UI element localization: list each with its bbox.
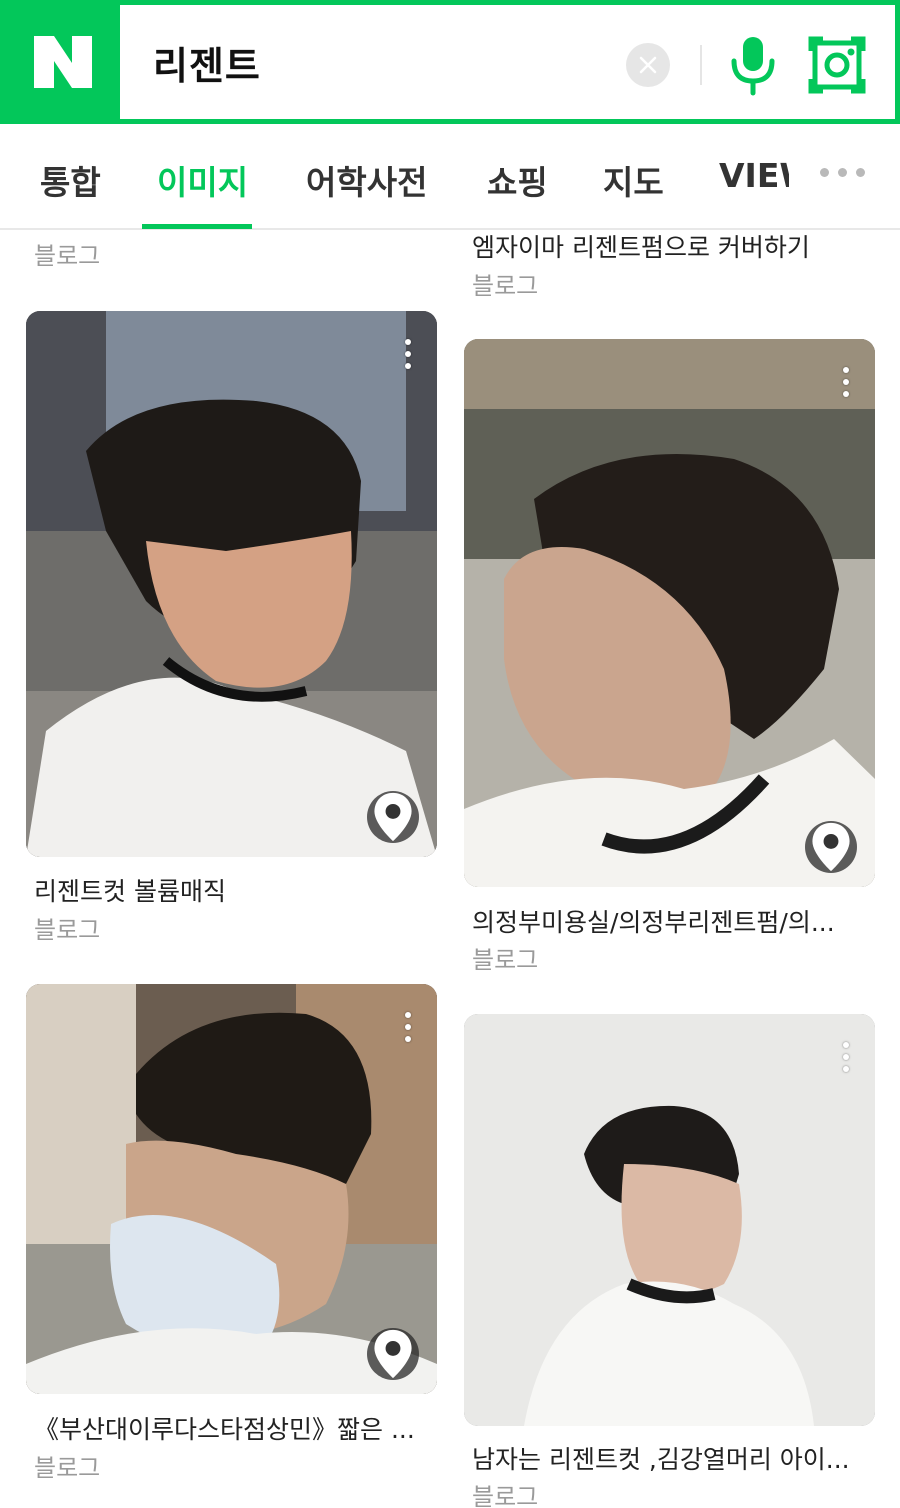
voice-search-button[interactable] <box>728 33 778 97</box>
result-image-1[interactable] <box>26 311 437 857</box>
studio-photo-4 <box>464 1014 875 1426</box>
tab-integrated[interactable]: 통합 <box>40 156 101 204</box>
camera-lens-icon <box>808 36 866 94</box>
result-title-3[interactable]: 《부산대이루다스타점상민》짧은 ... <box>34 1410 415 1446</box>
result-source-partial-left: 블로그 <box>34 242 101 270</box>
result-image-3[interactable] <box>26 984 437 1394</box>
microphone-icon <box>731 37 775 96</box>
search-divider <box>700 45 702 85</box>
salon-photo-2 <box>464 339 875 887</box>
location-pin-icon <box>812 822 850 872</box>
salon-photo-1 <box>26 311 437 857</box>
active-tab-indicator <box>142 224 252 229</box>
close-icon <box>639 56 657 74</box>
result-title-1[interactable]: 리젠트컷 볼륨매직 <box>34 872 226 908</box>
tab-dictionary[interactable]: 어학사전 <box>306 156 427 204</box>
tab-shopping[interactable]: 쇼핑 <box>487 156 548 204</box>
location-pin-icon <box>374 792 412 842</box>
result-source-3: 블로그 <box>34 1454 101 1482</box>
tab-map[interactable]: 지도 <box>603 156 664 204</box>
result-source-partial-right: 블로그 <box>472 272 539 300</box>
more-dots-icon[interactable] <box>820 168 865 177</box>
kebab-menu-icon[interactable] <box>843 1042 849 1072</box>
location-pin-button[interactable] <box>367 791 419 843</box>
search-input[interactable]: 리젠트 <box>153 35 261 90</box>
kebab-menu-icon[interactable] <box>843 367 849 397</box>
naver-logo[interactable] <box>5 5 120 119</box>
lens-search-button[interactable] <box>807 35 867 95</box>
result-source-1: 블로그 <box>34 916 101 944</box>
location-pin-button[interactable] <box>805 821 857 873</box>
result-title-4[interactable]: 남자는 리젠트컷 ,김강열머리 아이... <box>472 1440 850 1476</box>
result-source-2: 블로그 <box>472 946 539 974</box>
naver-n-logo-icon <box>33 36 92 88</box>
result-title-partial-right[interactable]: 엠자이마 리젠트펌으로 커버하기 <box>472 228 810 264</box>
result-title-2[interactable]: 의정부미용실/의정부리젠트펌/의... <box>472 903 835 939</box>
tab-images[interactable]: 이미지 <box>157 156 248 204</box>
result-image-4[interactable] <box>464 1014 875 1426</box>
location-pin-icon <box>374 1329 412 1379</box>
clear-search-button[interactable] <box>626 43 670 87</box>
kebab-menu-icon[interactable] <box>405 339 411 369</box>
tab-view[interactable]: VIEW <box>719 156 789 195</box>
result-image-2[interactable] <box>464 339 875 887</box>
location-pin-button[interactable] <box>367 1328 419 1380</box>
kebab-menu-icon[interactable] <box>405 1012 411 1042</box>
search-tabs: 통합 이미지 어학사전 쇼핑 지도 VIEW <box>0 124 900 230</box>
result-source-4: 블로그 <box>472 1483 539 1508</box>
search-bar: 리젠트 <box>0 0 900 124</box>
